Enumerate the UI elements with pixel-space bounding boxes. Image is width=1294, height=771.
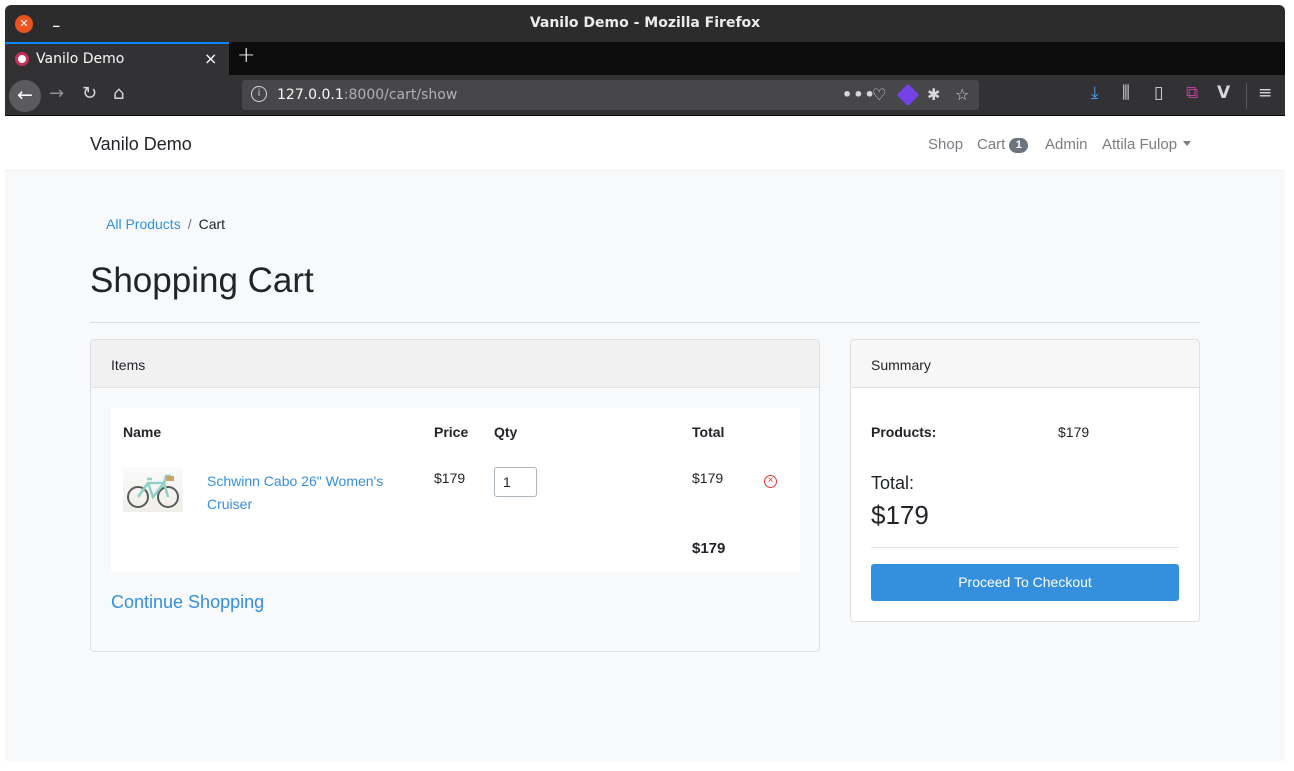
- proceed-to-checkout-button[interactable]: Proceed To Checkout: [871, 564, 1179, 601]
- quantity-input[interactable]: [494, 467, 537, 497]
- vanilo-extension-icon[interactable]: V: [1217, 83, 1230, 103]
- remove-circle-icon[interactable]: ×: [764, 475, 777, 488]
- column-header-name: Name: [123, 424, 162, 440]
- nav-user-dropdown[interactable]: Attila Fulop: [1102, 136, 1192, 153]
- cart-grand-total: $179: [692, 540, 726, 557]
- breadcrumb: All Products / Cart: [106, 216, 225, 232]
- column-header-qty: Qty: [494, 424, 518, 440]
- download-icon[interactable]: ⤓: [1091, 83, 1099, 103]
- bookmark-star-icon[interactable]: ☆: [955, 85, 969, 104]
- containers-icon[interactable]: ⧉: [1186, 83, 1198, 103]
- chevron-down-icon: [1183, 141, 1192, 146]
- bug-extension-icon[interactable]: ✱: [927, 85, 940, 104]
- nav-cart-label: Cart: [977, 136, 1006, 153]
- breadcrumb-current: Cart: [198, 216, 226, 232]
- site-brand[interactable]: Vanilo Demo: [90, 134, 192, 155]
- pocket-icon[interactable]: ♡: [872, 85, 886, 104]
- hamburger-menu-icon[interactable]: ≡: [1258, 83, 1272, 103]
- breadcrumb-separator: /: [187, 216, 192, 232]
- summary-divider: [871, 547, 1179, 548]
- tab-vanilo-demo[interactable]: Vanilo Demo ×: [5, 42, 229, 75]
- vanilo-favicon-icon: [15, 52, 29, 66]
- column-header-total: Total: [692, 424, 725, 440]
- browser-window: ✕ _ Vanilo Demo - Mozilla Firefox Vanilo…: [5, 5, 1285, 761]
- summary-total-value: $179: [871, 500, 929, 530]
- url-bar[interactable]: i 127.0.0.1:8000/cart/show ••• ♡ ✱ ☆: [242, 80, 979, 110]
- items-card-header: Items: [91, 340, 819, 388]
- cart-count-badge: 1: [1009, 138, 1029, 153]
- items-card-title: Items: [111, 357, 146, 373]
- site-navbar: Vanilo Demo Shop Cart 1 Admin Attila Fulo…: [5, 116, 1285, 171]
- toolbar-separator: [1246, 83, 1247, 109]
- page-content: Vanilo Demo Shop Cart 1 Admin Attila Fulo…: [5, 116, 1285, 761]
- reload-icon[interactable]: ↻: [82, 83, 97, 104]
- page-title: Shopping Cart: [90, 261, 314, 300]
- browser-toolbar: ← → ↻ ⌂ i 127.0.0.1:8000/cart/show ••• ♡…: [5, 75, 1285, 116]
- product-thumbnail[interactable]: [123, 467, 183, 512]
- product-price: $179: [434, 470, 466, 486]
- summary-card: Summary Products: $179 Total: $179 Proce…: [850, 339, 1200, 622]
- summary-products-value: $179: [1058, 424, 1090, 440]
- items-card: Items Name Price Qty Total Schwinn Cabo …: [90, 339, 820, 652]
- summary-products-label: Products:: [871, 424, 937, 440]
- nav-shop[interactable]: Shop: [928, 136, 963, 153]
- tab-label: Vanilo Demo: [36, 51, 125, 67]
- page-actions-icon[interactable]: •••: [842, 85, 876, 104]
- summary-card-header: Summary: [851, 340, 1199, 388]
- new-tab-button[interactable]: +: [237, 43, 255, 68]
- column-header-price: Price: [434, 424, 469, 440]
- nav-cart[interactable]: Cart 1: [977, 136, 1029, 153]
- product-name-link[interactable]: Schwinn Cabo 26" Women's Cruiser: [207, 470, 407, 516]
- cart-items-table: Name Price Qty Total Schwinn Cabo 26" Wo…: [111, 408, 800, 572]
- window-title: Vanilo Demo - Mozilla Firefox: [529, 15, 761, 31]
- library-icon[interactable]: ⫼: [1122, 83, 1130, 103]
- tab-close-icon[interactable]: ×: [204, 49, 217, 68]
- summary-card-title: Summary: [871, 357, 931, 373]
- url-text[interactable]: 127.0.0.1:8000/cart/show: [277, 87, 457, 103]
- nav-admin[interactable]: Admin: [1045, 136, 1088, 153]
- product-line-total: $179: [692, 470, 724, 486]
- url-host: 127.0.0.1: [277, 87, 344, 103]
- home-icon[interactable]: ⌂: [113, 83, 124, 104]
- sidebar-icon[interactable]: ▯: [1154, 83, 1163, 103]
- nav-user-label: Attila Fulop: [1102, 136, 1178, 153]
- breadcrumb-all-products[interactable]: All Products: [106, 216, 181, 232]
- back-arrow-icon[interactable]: ←: [9, 80, 41, 112]
- summary-total-label: Total:: [871, 473, 915, 493]
- continue-shopping-link[interactable]: Continue Shopping: [111, 592, 264, 613]
- tab-strip: Vanilo Demo × +: [5, 42, 1285, 75]
- url-path: :8000/cart/show: [343, 87, 458, 103]
- site-info-icon[interactable]: i: [251, 86, 267, 102]
- forward-arrow-icon[interactable]: →: [49, 83, 64, 104]
- window-titlebar: ✕ _ Vanilo Demo - Mozilla Firefox: [5, 5, 1285, 42]
- title-divider: [90, 322, 1200, 323]
- extension-icon[interactable]: [896, 83, 920, 107]
